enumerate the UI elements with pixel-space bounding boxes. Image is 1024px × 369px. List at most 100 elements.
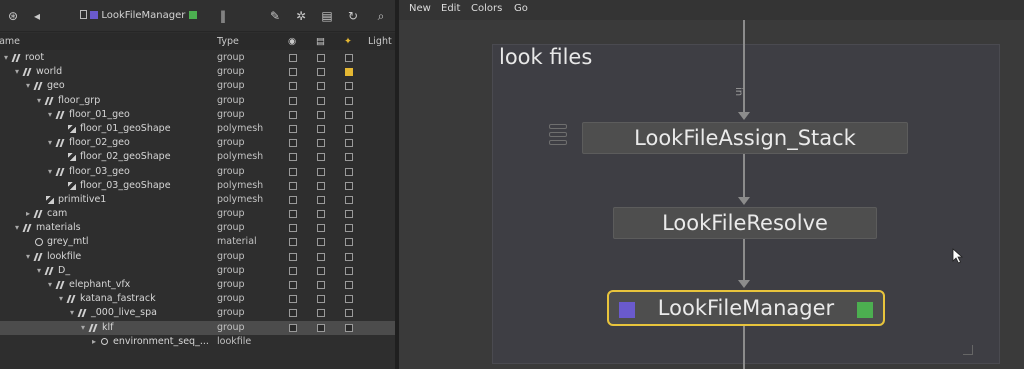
light-checkbox[interactable] — [345, 323, 353, 332]
search-icon[interactable]: ⌕ — [372, 7, 390, 25]
collapse-arrow-icon[interactable]: ▾ — [15, 65, 19, 79]
render-checkbox[interactable] — [317, 167, 325, 176]
render-checkbox[interactable] — [317, 54, 325, 62]
print-icon[interactable]: ▤ — [318, 7, 336, 25]
tree-row[interactable]: floor_01_geoShape polymesh — [0, 122, 395, 136]
light-checkbox[interactable] — [345, 96, 353, 105]
collapse-arrow-icon[interactable]: ▾ — [15, 221, 19, 235]
light-checkbox[interactable] — [345, 124, 353, 133]
render-checkbox[interactable] — [317, 224, 325, 233]
tree-row[interactable]: ▸ environment_seq_... lookfile — [0, 335, 395, 349]
visibility-checkbox[interactable] — [289, 309, 297, 318]
render-checkbox[interactable] — [317, 139, 325, 148]
light-checkbox[interactable] — [345, 54, 353, 62]
menu-new[interactable]: New — [409, 3, 431, 14]
light-checkbox[interactable] — [345, 139, 353, 148]
render-checkbox[interactable] — [317, 210, 325, 219]
tree-row[interactable]: floor_03_geoShape polymesh — [0, 179, 395, 193]
render-checkbox[interactable] — [317, 266, 325, 275]
collapse-arrow-icon[interactable]: ▾ — [48, 165, 52, 179]
render-checkbox[interactable] — [317, 309, 325, 318]
visibility-checkbox[interactable] — [289, 82, 297, 91]
collapse-arrow-icon[interactable]: ▾ — [81, 321, 85, 335]
pen-icon[interactable]: ✎ — [266, 7, 284, 25]
visibility-checkbox[interactable] — [289, 252, 297, 261]
render-checkbox[interactable] — [317, 295, 325, 304]
column-header-light[interactable]: Light — [368, 36, 392, 47]
render-checkbox[interactable] — [317, 96, 325, 105]
render-checkbox[interactable] — [317, 124, 325, 133]
light-checkbox[interactable] — [345, 309, 353, 318]
visibility-checkbox[interactable] — [289, 68, 297, 77]
visibility-checkbox[interactable] — [289, 153, 297, 162]
tree-row[interactable]: primitive1 polymesh — [0, 193, 395, 207]
visibility-checkbox[interactable] — [289, 167, 297, 176]
tree-row[interactable]: ▾ katana_fastrack group — [0, 292, 395, 306]
render-checkbox[interactable] — [317, 181, 325, 190]
visibility-checkbox[interactable] — [289, 210, 297, 219]
render-checkbox[interactable] — [317, 195, 325, 204]
light-checkbox[interactable] — [345, 210, 353, 219]
node-lookfileresolve[interactable]: LookFileResolve — [613, 207, 877, 239]
visibility-checkbox[interactable] — [289, 110, 297, 119]
visibility-checkbox[interactable] — [289, 238, 297, 247]
node-lookfilemanager[interactable]: LookFileManager — [607, 290, 885, 326]
light-checkbox[interactable] — [345, 82, 353, 91]
render-checkbox[interactable] — [317, 82, 325, 91]
tree-row[interactable]: grey_mtl material — [0, 235, 395, 249]
light-checkbox[interactable] — [345, 266, 353, 275]
collapse-arrow-icon[interactable]: ▾ — [26, 79, 30, 93]
visibility-checkbox[interactable] — [289, 54, 297, 62]
collapse-arrow-icon[interactable]: ▾ — [4, 51, 8, 65]
light-checkbox[interactable] — [345, 167, 353, 176]
render-checkbox[interactable] — [317, 281, 325, 289]
light-checkbox[interactable] — [345, 110, 353, 119]
collapse-arrow-icon[interactable]: ▾ — [37, 94, 41, 108]
collapse-arrow-icon[interactable]: ▾ — [48, 108, 52, 122]
eye-visibility-icon[interactable]: ◉ — [288, 36, 296, 47]
column-header-name[interactable]: Name — [0, 36, 20, 47]
nodegraph-canvas[interactable]: look files in LookFileAssign_Stack LookF… — [399, 20, 1024, 369]
light-column-icon[interactable]: ✦ — [344, 36, 352, 47]
collapse-arrow-icon[interactable]: ▾ — [37, 264, 41, 278]
tree-row[interactable]: ▾ klf group — [0, 320, 395, 335]
light-checkbox[interactable] — [345, 295, 353, 304]
refresh-icon[interactable]: ↻ — [344, 7, 362, 25]
menu-colors[interactable]: Colors — [471, 3, 502, 14]
gear-icon[interactable]: ✲ — [292, 7, 310, 25]
collapse-arrow-icon[interactable]: ▾ — [48, 136, 52, 150]
expand-arrow-icon[interactable]: ▸ — [26, 207, 30, 221]
collapse-arrow-icon[interactable]: ▾ — [59, 292, 63, 306]
visibility-checkbox[interactable] — [289, 281, 297, 289]
visibility-checkbox[interactable] — [289, 181, 297, 190]
light-checkbox[interactable] — [345, 181, 353, 190]
light-checkbox[interactable] — [345, 281, 353, 289]
home-icon[interactable]: ⊛ — [4, 7, 22, 25]
light-checkbox[interactable] — [345, 195, 353, 204]
collapse-arrow-icon[interactable]: ▾ — [26, 250, 30, 264]
tree-row[interactable]: ▾ lookfile group — [0, 250, 395, 264]
toolbar-node-title[interactable]: LookFileManager — [80, 8, 197, 24]
column-header-type[interactable]: Type — [217, 36, 239, 47]
tree-row[interactable]: ▾ floor_01_geo group — [0, 108, 395, 122]
light-checkbox[interactable] — [345, 238, 353, 247]
tree-row[interactable]: floor_02_geoShape polymesh — [0, 150, 395, 164]
visibility-checkbox[interactable] — [289, 124, 297, 133]
node-lookfileassign-stack[interactable]: LookFileAssign_Stack — [582, 122, 908, 154]
tree-row[interactable]: ▸ cam group — [0, 207, 395, 221]
menu-go[interactable]: Go — [514, 3, 528, 14]
expand-arrow-icon[interactable]: ▸ — [92, 335, 96, 349]
light-checkbox[interactable] — [345, 224, 353, 233]
render-checkbox[interactable] — [317, 323, 325, 332]
visibility-checkbox[interactable] — [289, 139, 297, 148]
back-arrow-icon[interactable]: ◂ — [28, 7, 46, 25]
render-checkbox[interactable] — [317, 153, 325, 162]
tree-row[interactable]: ▾ geo group — [0, 79, 395, 93]
light-checkbox[interactable] — [345, 153, 353, 162]
tree-row[interactable]: ▾ floor_03_geo group — [0, 165, 395, 179]
menu-edit[interactable]: Edit — [441, 3, 460, 14]
backdrop-resize-handle[interactable] — [963, 345, 973, 355]
tree-row[interactable]: ▾ root group — [0, 51, 395, 65]
light-checkbox[interactable] — [345, 68, 353, 77]
visibility-checkbox[interactable] — [289, 266, 297, 275]
